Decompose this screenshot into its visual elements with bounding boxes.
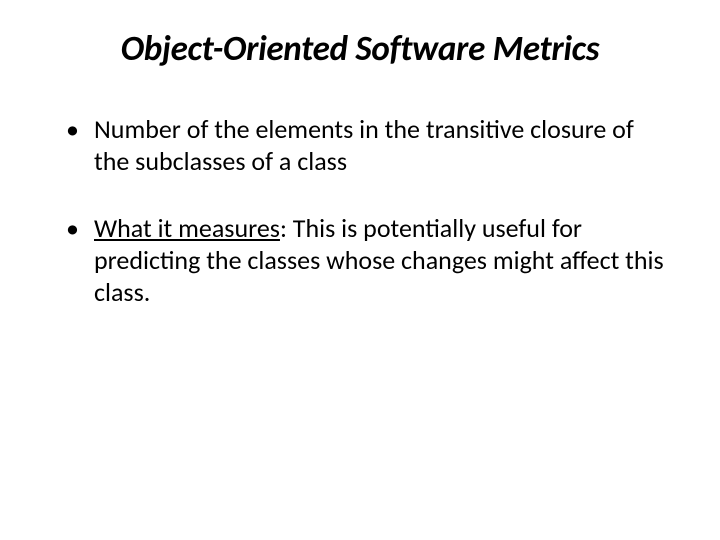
slide-title: Object-Oriented Software Metrics (48, 28, 672, 70)
bullet-prefix: What it measures (94, 212, 280, 244)
bullet-text: Number of the elements in the transitive… (94, 113, 634, 177)
list-item: What it measures: This is potentially us… (66, 213, 672, 308)
bullet-list: Number of the elements in the transitive… (48, 114, 672, 309)
list-item: Number of the elements in the transitive… (66, 114, 672, 177)
